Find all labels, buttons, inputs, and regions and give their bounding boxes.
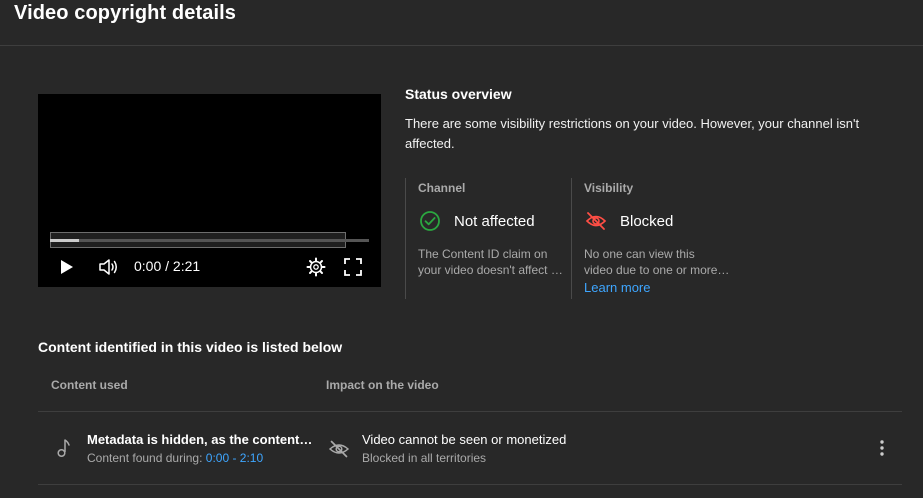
volume-button[interactable] — [97, 256, 119, 278]
learn-more-link[interactable]: Learn more — [584, 280, 650, 295]
progress-played — [50, 239, 79, 242]
gear-icon — [306, 257, 326, 277]
channel-status-value: Not affected — [454, 213, 535, 230]
visibility-text-line2: video due to one or more claims — [584, 263, 730, 277]
channel-text-line1: The Content ID claim on — [418, 247, 548, 261]
channel-status-text: The Content ID claim on your video doesn… — [418, 246, 564, 278]
visibility-status-text: No one can view this video due to one or… — [584, 246, 730, 278]
channel-text-line2: your video doesn't affect your channel — [418, 263, 564, 277]
eye-off-icon — [328, 439, 350, 459]
content-section-title: Content identified in this video is list… — [38, 339, 343, 355]
content-found-label: Content found during: — [87, 451, 203, 465]
time-display: 0:00 / 2:21 — [134, 258, 201, 274]
play-button[interactable] — [56, 257, 76, 277]
check-circle-icon — [419, 210, 441, 232]
impact-title: Video cannot be seen or monetized — [362, 432, 567, 447]
visibility-text-line1: No one can view this — [584, 247, 695, 261]
fullscreen-button[interactable] — [343, 257, 363, 277]
status-description: There are some visibility restrictions o… — [405, 116, 860, 151]
status-overview-title: Status overview — [405, 86, 512, 102]
settings-button[interactable] — [306, 257, 326, 277]
fullscreen-icon — [344, 258, 362, 276]
content-title: Metadata is hidden, as the content in th… — [87, 432, 313, 447]
visibility-label: Visibility — [584, 181, 634, 195]
channel-status-card: Channel Not affected The Content ID clai… — [405, 178, 571, 299]
channel-label: Channel — [418, 181, 466, 195]
volume-icon — [99, 259, 117, 275]
column-header-impact: Impact on the video — [326, 378, 439, 392]
table-row[interactable]: Metadata is hidden, as the content in th… — [38, 412, 902, 484]
visibility-status-value: Blocked — [620, 213, 674, 230]
content-found-during: Content found during: 0:00 - 2:10 — [87, 451, 263, 465]
content-found-range-link[interactable]: 0:00 - 2:10 — [206, 451, 263, 465]
impact-subtitle: Blocked in all territories — [362, 451, 487, 465]
more-vert-icon — [880, 440, 884, 456]
progress-bar[interactable] — [50, 239, 369, 242]
video-player[interactable]: 0:00 / 2:21 — [38, 94, 381, 287]
music-note-icon — [54, 438, 72, 458]
visibility-status-card: Visibility Blocked No one can view this … — [571, 178, 741, 299]
more-options-button[interactable] — [872, 438, 892, 458]
eye-off-icon — [585, 210, 607, 232]
page-title: Video copyright details — [14, 2, 236, 24]
page-header: Video copyright details — [0, 0, 923, 46]
play-icon — [61, 260, 73, 274]
column-header-content-used: Content used — [51, 378, 128, 392]
table-divider — [38, 484, 902, 485]
